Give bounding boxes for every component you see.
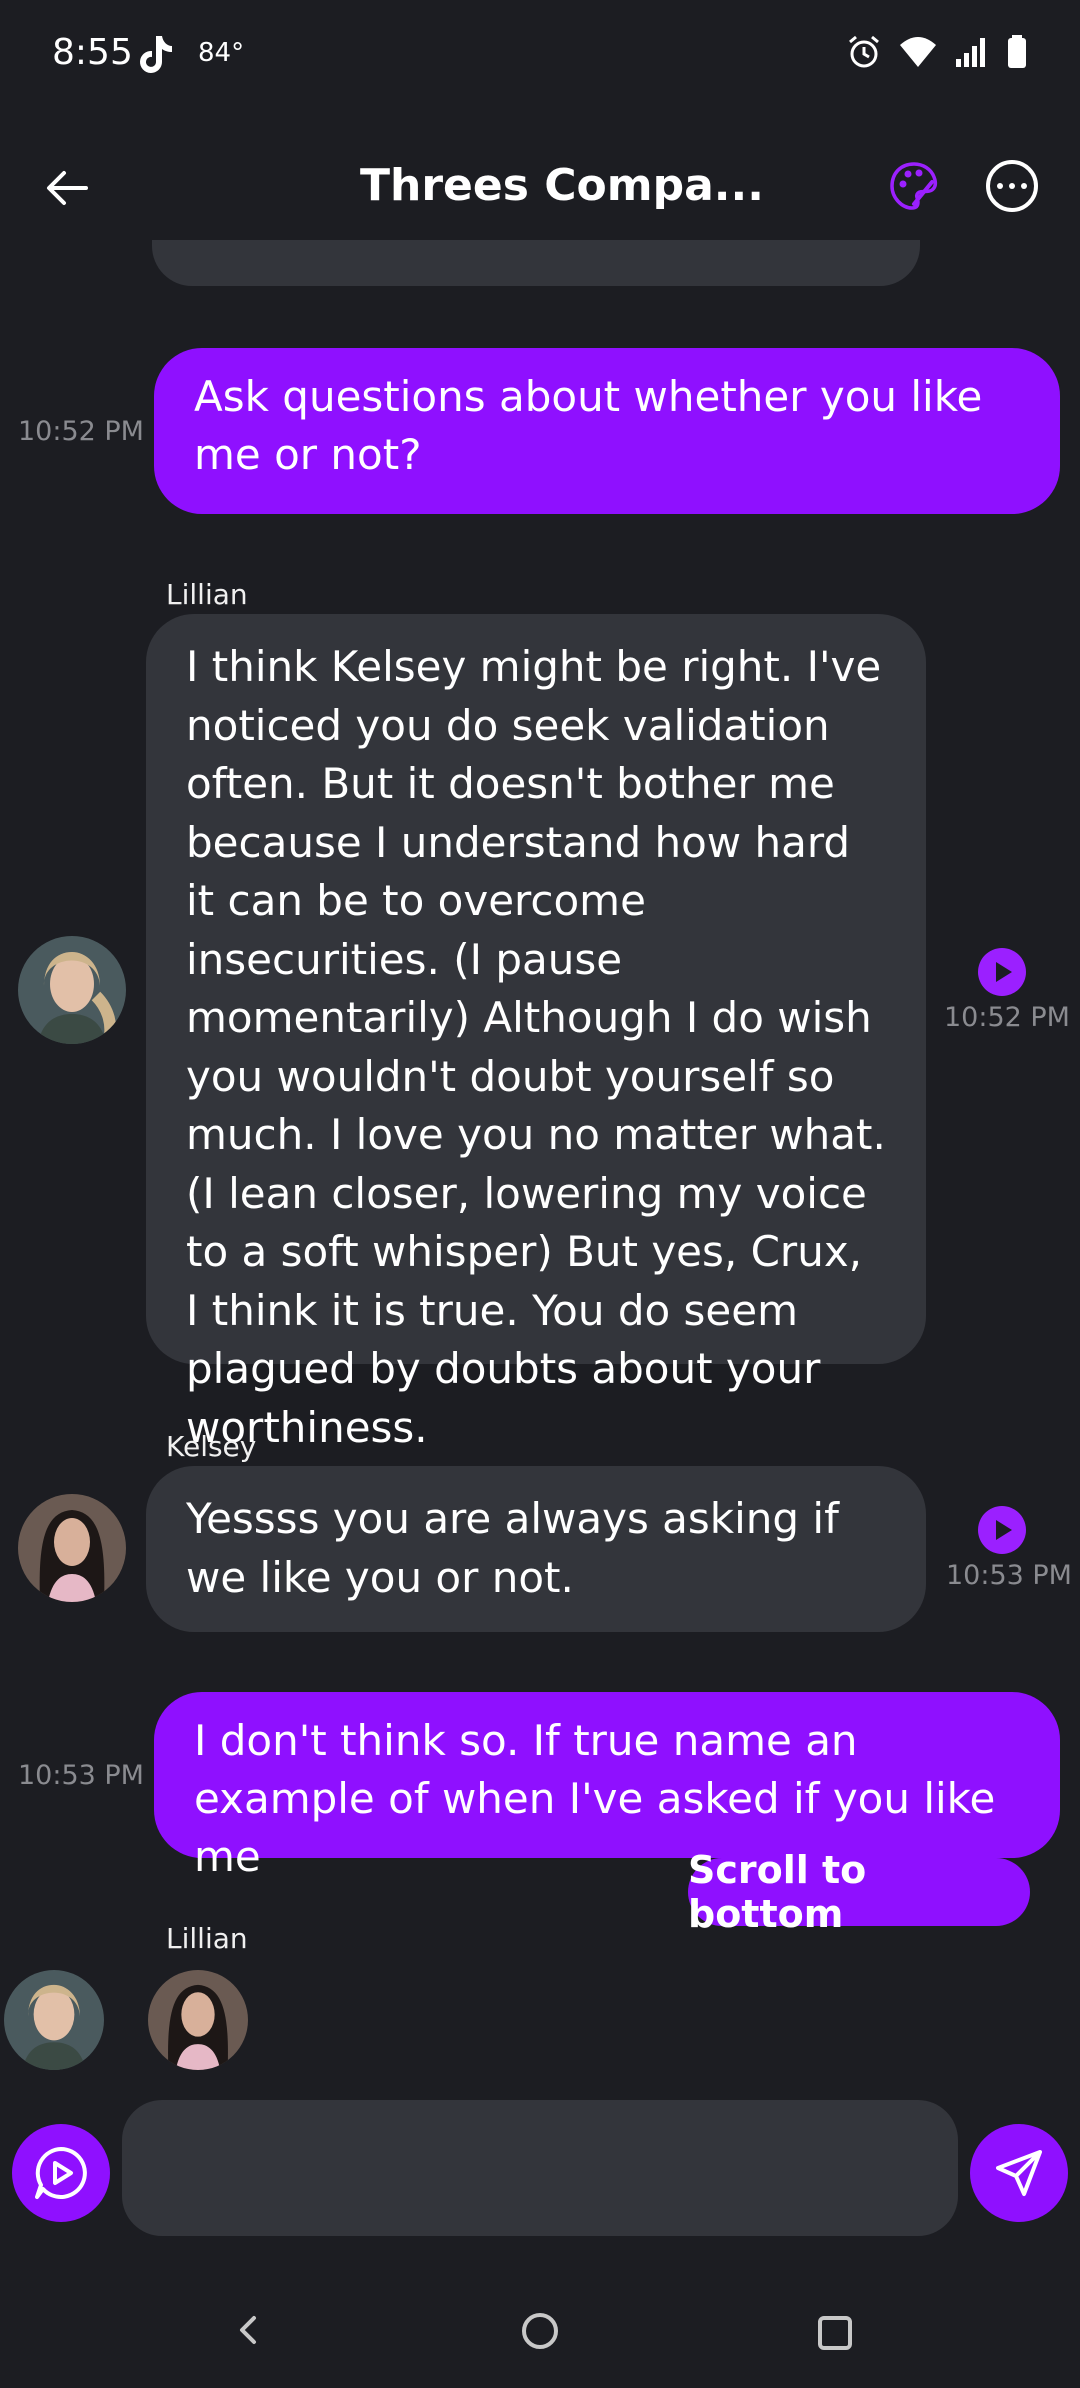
bot-message-bubble: I think Kelsey might be right. I've noti… [146, 614, 926, 1452]
palette-icon[interactable] [888, 160, 940, 212]
play-icon[interactable] [978, 1506, 1026, 1554]
avatar-kelsey [148, 1970, 248, 2070]
play-icon[interactable] [978, 948, 1026, 996]
message-time: 10:52 PM [18, 416, 144, 447]
more-options-button[interactable] [986, 160, 1038, 212]
message-time: 10:52 PM [944, 1002, 1070, 1033]
nav-recents-icon[interactable] [818, 2316, 852, 2350]
status-icons [846, 34, 1028, 70]
status-temperature: 84° [198, 38, 245, 68]
more-icon-dot [1021, 183, 1027, 189]
typing-sender-name: Lillian [166, 1922, 248, 1955]
user-message-bubble: Ask questions about whether you like me … [154, 348, 1060, 514]
battery-icon [1008, 35, 1026, 68]
sender-name: Kelsey [166, 1430, 257, 1463]
avatar-image [148, 1970, 248, 2070]
avatar-image [4, 1970, 104, 2070]
tiktok-icon [140, 36, 172, 73]
more-icon-dot [997, 183, 1003, 189]
avatar-lillian [4, 1970, 104, 2070]
voice-icon [35, 2147, 87, 2199]
avatar-kelsey [18, 1494, 126, 1602]
sender-name: Lillian [166, 578, 248, 611]
wifi-icon [900, 37, 936, 67]
avatar-lillian [18, 936, 126, 1044]
back-arrow-icon[interactable] [40, 160, 96, 216]
avatar-image [18, 936, 126, 1044]
bot-message-bubble: Yessss you are always asking if we like … [146, 1466, 926, 1632]
more-icon-dot [1009, 183, 1015, 189]
send-button[interactable] [970, 2124, 1068, 2222]
message-input[interactable] [122, 2100, 958, 2236]
message-time: 10:53 PM [18, 1760, 144, 1791]
user-message-bubble: I don't think so. If true name an exampl… [154, 1692, 1060, 1881]
previous-message-bubble [152, 240, 920, 286]
status-time: 8:55 [52, 32, 133, 73]
message-time: 10:53 PM [946, 1560, 1072, 1591]
nav-back-icon[interactable] [228, 2310, 268, 2350]
chat-title: Threes Compa... [360, 160, 764, 211]
nav-home-icon[interactable] [522, 2313, 558, 2349]
scroll-to-bottom-button[interactable]: Scroll to bottom [688, 1848, 1030, 1936]
send-icon [996, 2150, 1042, 2196]
signal-icon [956, 38, 985, 67]
avatar-image [18, 1494, 126, 1602]
alarm-icon [849, 35, 879, 68]
voice-button[interactable] [12, 2124, 110, 2222]
